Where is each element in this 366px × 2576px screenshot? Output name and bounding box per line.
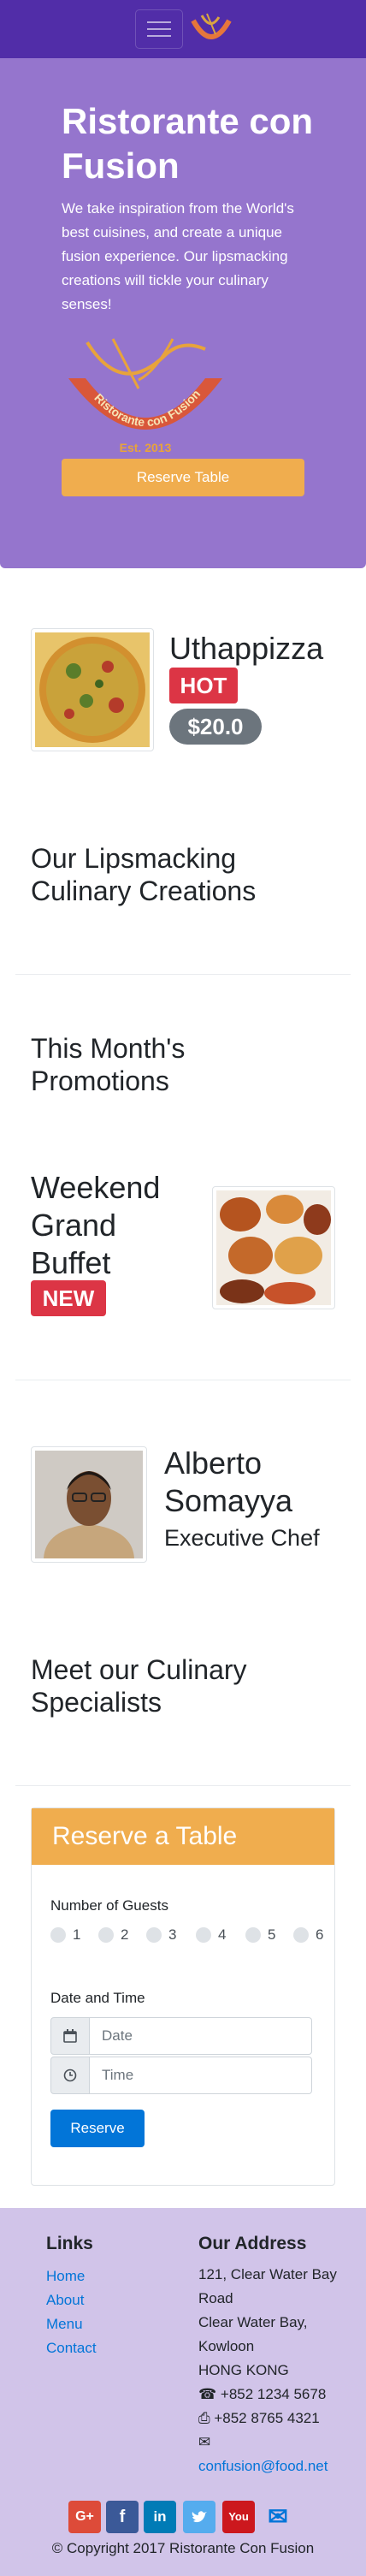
- reserve-submit-button[interactable]: Reserve: [50, 2110, 145, 2147]
- leader-thumbnail: [31, 1446, 147, 1563]
- navbar: [0, 0, 366, 58]
- reserve-table-button[interactable]: Reserve Table: [62, 459, 304, 496]
- envelope-icon: ✉: [198, 2434, 211, 2450]
- restaurant-description: We take inspiration from the World's bes…: [62, 200, 294, 312]
- facebook-icon[interactable]: f: [106, 2501, 139, 2533]
- svg-text:Ristorante con Fusion: Ristorante con Fusion: [92, 387, 203, 429]
- address-line: HONG KONG: [198, 2362, 289, 2378]
- phone-icon: ☎: [198, 2386, 217, 2402]
- guest-option[interactable]: 4: [196, 1926, 226, 1944]
- calendar-icon: [50, 2017, 90, 2055]
- buffet-thumbnail: [212, 1186, 335, 1309]
- divider: [15, 974, 351, 975]
- leader-designation: Executive Chef: [164, 1525, 320, 1551]
- radio-button[interactable]: [50, 1927, 66, 1943]
- copyright: © Copyright 2017 Ristorante Con Fusion: [51, 2540, 315, 2556]
- divider: [15, 1785, 351, 1786]
- restaurant-title: Ristorante con Fusion: [62, 101, 314, 186]
- time-input[interactable]: Time: [90, 2057, 312, 2094]
- date-input[interactable]: Date: [90, 2017, 312, 2055]
- fax-line: ⎙ +852 8765 4321: [198, 2407, 361, 2431]
- new-badge: NEW: [31, 1280, 106, 1316]
- restaurant-logo: Ristorante con Fusion Est. 2013: [68, 338, 222, 454]
- leader-name: Alberto Somayya: [164, 1445, 293, 1518]
- guest-option[interactable]: 5: [245, 1926, 275, 1944]
- radio-button[interactable]: [146, 1927, 162, 1943]
- footer-link-about[interactable]: About: [46, 2292, 84, 2309]
- youtube-icon[interactable]: You: [222, 2501, 255, 2533]
- address-block: 121, Clear Water Bay Road Clear Water Ba…: [198, 2263, 361, 2478]
- reserve-card-title: Reserve a Table: [32, 1808, 334, 1865]
- datetime-label: Date and Time: [50, 1990, 145, 2006]
- linkedin-icon[interactable]: in: [144, 2501, 176, 2533]
- fax-icon: ⎙: [198, 2410, 210, 2426]
- radio-button[interactable]: [245, 1927, 261, 1943]
- jumbotron: Ristorante con Fusion We take inspiratio…: [0, 58, 366, 568]
- guest-option[interactable]: 2: [98, 1926, 128, 1944]
- svg-text:Est. 2013: Est. 2013: [120, 441, 172, 454]
- mail-icon[interactable]: ✉: [262, 2501, 294, 2533]
- guests-label: Number of Guests: [50, 1897, 168, 1914]
- guest-option[interactable]: 1: [50, 1926, 80, 1944]
- creations-heading: Our Lipsmacking Culinary Creations: [31, 843, 257, 906]
- dish-thumbnail: [31, 628, 154, 751]
- fax-number: +852 8765 4321: [214, 2410, 320, 2426]
- phone-line: ☎ +852 1234 5678: [198, 2383, 361, 2407]
- google-plus-icon[interactable]: G+: [68, 2501, 101, 2533]
- specialists-heading: Meet our Culinary Specialists: [31, 1654, 247, 1718]
- footer-link-menu[interactable]: Menu: [46, 2316, 83, 2333]
- promotions-heading: This Month's Promotions: [31, 1033, 186, 1096]
- address-line: 121, Clear Water Bay Road: [198, 2266, 337, 2306]
- radio-button[interactable]: [196, 1927, 211, 1943]
- footer-link-contact[interactable]: Contact: [46, 2340, 97, 2357]
- twitter-icon[interactable]: [183, 2501, 215, 2533]
- reserve-card: Reserve a Table Number of Guests 1 2 3 4…: [31, 1807, 335, 2186]
- price-badge: $20.0: [169, 709, 262, 745]
- promotion-name: Weekend Grand Buffet: [31, 1170, 161, 1280]
- hot-badge: HOT: [169, 668, 238, 703]
- footer-link-home[interactable]: Home: [46, 2268, 85, 2285]
- address-line: Clear Water Bay, Kowloon: [198, 2314, 308, 2354]
- date-input-group: Date: [50, 2017, 312, 2055]
- links-heading: Links: [46, 2234, 93, 2253]
- phone-number: +852 1234 5678: [220, 2386, 327, 2402]
- guest-option[interactable]: 6: [293, 1926, 323, 1944]
- guest-option[interactable]: 3: [146, 1926, 176, 1944]
- address-heading: Our Address: [198, 2234, 307, 2253]
- email-link[interactable]: confusion@food.net: [198, 2454, 361, 2478]
- clock-icon: [50, 2057, 90, 2094]
- hamburger-icon[interactable]: [135, 9, 183, 49]
- dish-name: Uthappizza: [169, 631, 324, 666]
- radio-button[interactable]: [293, 1927, 309, 1943]
- radio-button[interactable]: [98, 1927, 114, 1943]
- time-input-group: Time: [50, 2057, 312, 2094]
- restaurant-logo-icon[interactable]: [190, 12, 233, 48]
